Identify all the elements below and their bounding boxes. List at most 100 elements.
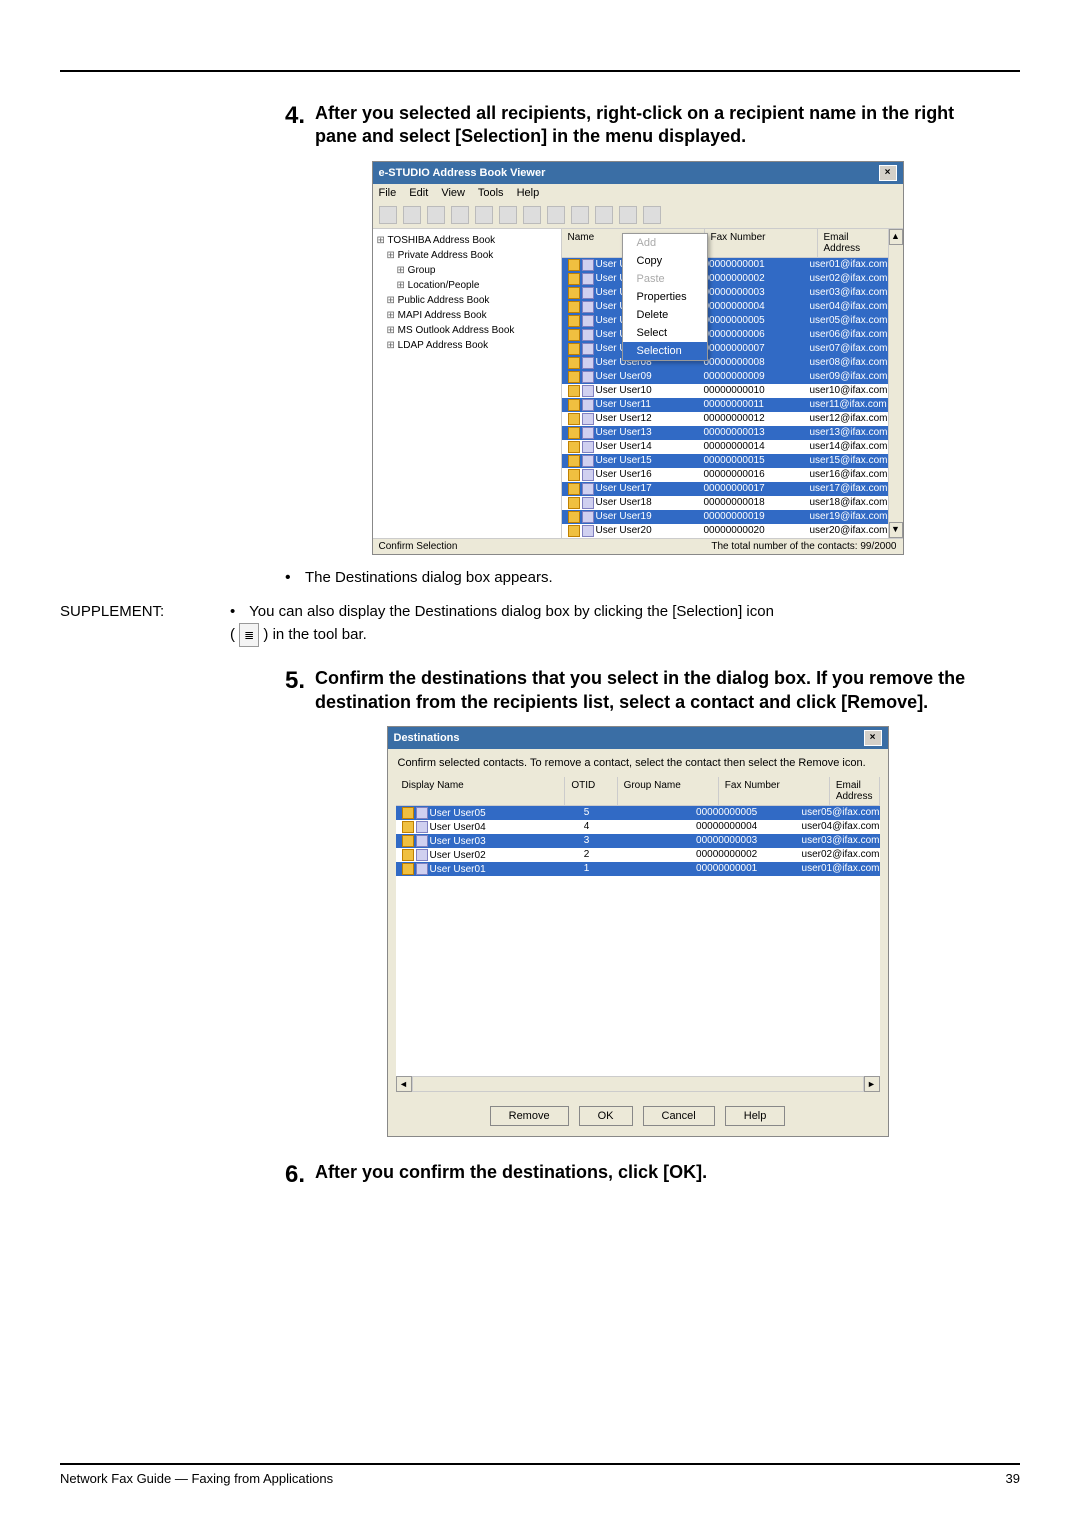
contact-icon bbox=[568, 385, 580, 397]
tree-node[interactable]: MS Outlook Address Book bbox=[387, 323, 557, 338]
step5-text: Confirm the destinations that you select… bbox=[315, 667, 990, 714]
table-row[interactable]: User User1300000000013user13@ifax.com bbox=[562, 426, 889, 440]
table-row[interactable]: User User0200000000002user02@ifax.com bbox=[562, 272, 889, 286]
table-row[interactable]: User User1100000000011user11@ifax.com bbox=[562, 398, 889, 412]
table-row[interactable]: User User04400000000004user04@ifax.com bbox=[396, 820, 880, 834]
toolbar-icon[interactable] bbox=[379, 206, 397, 224]
ctx-copy[interactable]: Copy bbox=[623, 252, 707, 270]
close-icon[interactable]: × bbox=[879, 165, 897, 181]
toolbar-icon[interactable] bbox=[523, 206, 541, 224]
scroll-up-icon[interactable]: ▲ bbox=[889, 229, 903, 245]
col-group[interactable]: Group Name bbox=[618, 777, 719, 805]
table-row[interactable]: User User02200000000002user02@ifax.com bbox=[396, 848, 880, 862]
tree-node[interactable]: TOSHIBA Address Book bbox=[377, 233, 557, 248]
mail-icon bbox=[582, 273, 594, 285]
table-row[interactable]: User User01100000000001user01@ifax.com bbox=[396, 862, 880, 876]
table-row[interactable]: User User0100000000001user01@ifax.com bbox=[562, 258, 889, 272]
contact-icon bbox=[568, 413, 580, 425]
tree-pane[interactable]: TOSHIBA Address Book Private Address Boo… bbox=[373, 229, 562, 538]
mail-icon bbox=[582, 427, 594, 439]
help-button[interactable]: Help bbox=[725, 1106, 786, 1126]
toolbar-icon[interactable] bbox=[475, 206, 493, 224]
toolbar-icon[interactable] bbox=[403, 206, 421, 224]
toolbar-icon[interactable] bbox=[451, 206, 469, 224]
tree-node[interactable]: Public Address Book bbox=[387, 293, 557, 308]
step6-text: After you confirm the destinations, clic… bbox=[315, 1161, 707, 1190]
ok-button[interactable]: OK bbox=[579, 1106, 633, 1126]
toolbar-icon[interactable] bbox=[619, 206, 637, 224]
col-email[interactable]: Email Address bbox=[818, 229, 889, 257]
col-fax[interactable]: Fax Number bbox=[719, 777, 830, 805]
table-row[interactable]: User User1200000000012user12@ifax.com bbox=[562, 412, 889, 426]
mail-icon bbox=[582, 343, 594, 355]
scroll-down-icon[interactable]: ▼ bbox=[889, 522, 903, 538]
toolbar-icon[interactable] bbox=[595, 206, 613, 224]
vertical-scrollbar[interactable]: ▲ ▼ bbox=[888, 229, 903, 538]
menu-edit[interactable]: Edit bbox=[409, 187, 428, 199]
footer-left: Network Fax Guide — Faxing from Applicat… bbox=[60, 1471, 1006, 1486]
step4-text: After you selected all recipients, right… bbox=[315, 102, 990, 149]
menu-file[interactable]: File bbox=[379, 187, 397, 199]
table-row[interactable]: User User1500000000015user15@ifax.com bbox=[562, 454, 889, 468]
table-row[interactable]: User User1700000000017user17@ifax.com bbox=[562, 482, 889, 496]
col-fax[interactable]: Fax Number bbox=[705, 229, 818, 257]
toolbar-icon[interactable] bbox=[571, 206, 589, 224]
table-row[interactable]: User User0900000000009user09@ifax.com bbox=[562, 370, 889, 384]
mail-icon bbox=[582, 329, 594, 341]
contact-icon bbox=[568, 259, 580, 271]
cancel-button[interactable]: Cancel bbox=[643, 1106, 715, 1126]
ctx-delete[interactable]: Delete bbox=[623, 306, 707, 324]
table-row[interactable]: User User1800000000018user18@ifax.com bbox=[562, 496, 889, 510]
ctx-add: Add bbox=[623, 234, 707, 252]
contact-icon bbox=[568, 371, 580, 383]
ctx-select[interactable]: Select bbox=[623, 324, 707, 342]
table-row[interactable]: User User0400000000004user04@ifax.com bbox=[562, 300, 889, 314]
table-row[interactable]: User User2000000000020user20@ifax.com bbox=[562, 524, 889, 538]
contact-icon bbox=[402, 821, 414, 833]
scroll-left-icon[interactable]: ◄ bbox=[396, 1076, 412, 1092]
table-row[interactable]: User User1600000000016user16@ifax.com bbox=[562, 468, 889, 482]
context-menu[interactable]: Add Copy Paste Properties Delete Select … bbox=[622, 233, 708, 361]
menu-view[interactable]: View bbox=[441, 187, 465, 199]
toolbar-icon[interactable] bbox=[547, 206, 565, 224]
contact-icon bbox=[568, 497, 580, 509]
mail-icon bbox=[416, 835, 428, 847]
win1-menubar[interactable]: File Edit View Tools Help bbox=[373, 184, 903, 202]
close-icon[interactable]: × bbox=[864, 730, 882, 746]
table-row[interactable]: User User0500000000005user05@ifax.com bbox=[562, 314, 889, 328]
table-row[interactable]: User User1900000000019user19@ifax.com bbox=[562, 510, 889, 524]
tree-node[interactable]: LDAP Address Book bbox=[387, 338, 557, 353]
list-pane[interactable]: ▲ ▼ Name Fax Number Email Address User U… bbox=[562, 229, 903, 538]
destinations-window: Destinations × Confirm selected contacts… bbox=[387, 726, 889, 1137]
remove-button[interactable]: Remove bbox=[490, 1106, 569, 1126]
table-row[interactable]: User User03300000000003user03@ifax.com bbox=[396, 834, 880, 848]
table-row[interactable]: User User0800000000008user08@ifax.com bbox=[562, 356, 889, 370]
table-row[interactable]: User User1000000000010user10@ifax.com bbox=[562, 384, 889, 398]
table-row[interactable]: User User0600000000006user06@ifax.com bbox=[562, 328, 889, 342]
scroll-right-icon[interactable]: ► bbox=[864, 1076, 880, 1092]
toolbar-icon[interactable] bbox=[427, 206, 445, 224]
menu-help[interactable]: Help bbox=[517, 187, 540, 199]
mail-icon bbox=[582, 371, 594, 383]
horizontal-scrollbar[interactable]: ◄ ► bbox=[396, 1076, 880, 1092]
ctx-selection[interactable]: Selection bbox=[623, 342, 707, 360]
contact-icon bbox=[568, 287, 580, 299]
toolbar-icon[interactable] bbox=[499, 206, 517, 224]
ctx-properties[interactable]: Properties bbox=[623, 288, 707, 306]
toolbar-icon[interactable] bbox=[643, 206, 661, 224]
tree-node[interactable]: Group bbox=[397, 263, 557, 278]
table-row[interactable]: User User0300000000003user03@ifax.com bbox=[562, 286, 889, 300]
col-email[interactable]: Email Address bbox=[830, 777, 880, 805]
menu-tools[interactable]: Tools bbox=[478, 187, 504, 199]
table-row[interactable]: User User05500000000005user05@ifax.com bbox=[396, 806, 880, 820]
tree-node[interactable]: Private Address Book bbox=[387, 248, 557, 263]
col-otid[interactable]: OTID bbox=[565, 777, 617, 805]
table-row[interactable]: User User1400000000014user14@ifax.com bbox=[562, 440, 889, 454]
tree-node[interactable]: MAPI Address Book bbox=[387, 308, 557, 323]
footer-page: 39 bbox=[1006, 1471, 1020, 1486]
mail-icon bbox=[582, 385, 594, 397]
tree-node[interactable]: Location/People bbox=[397, 278, 557, 293]
contact-icon bbox=[568, 315, 580, 327]
col-display[interactable]: Display Name bbox=[396, 777, 566, 805]
table-row[interactable]: User User0700000000007user07@ifax.com bbox=[562, 342, 889, 356]
